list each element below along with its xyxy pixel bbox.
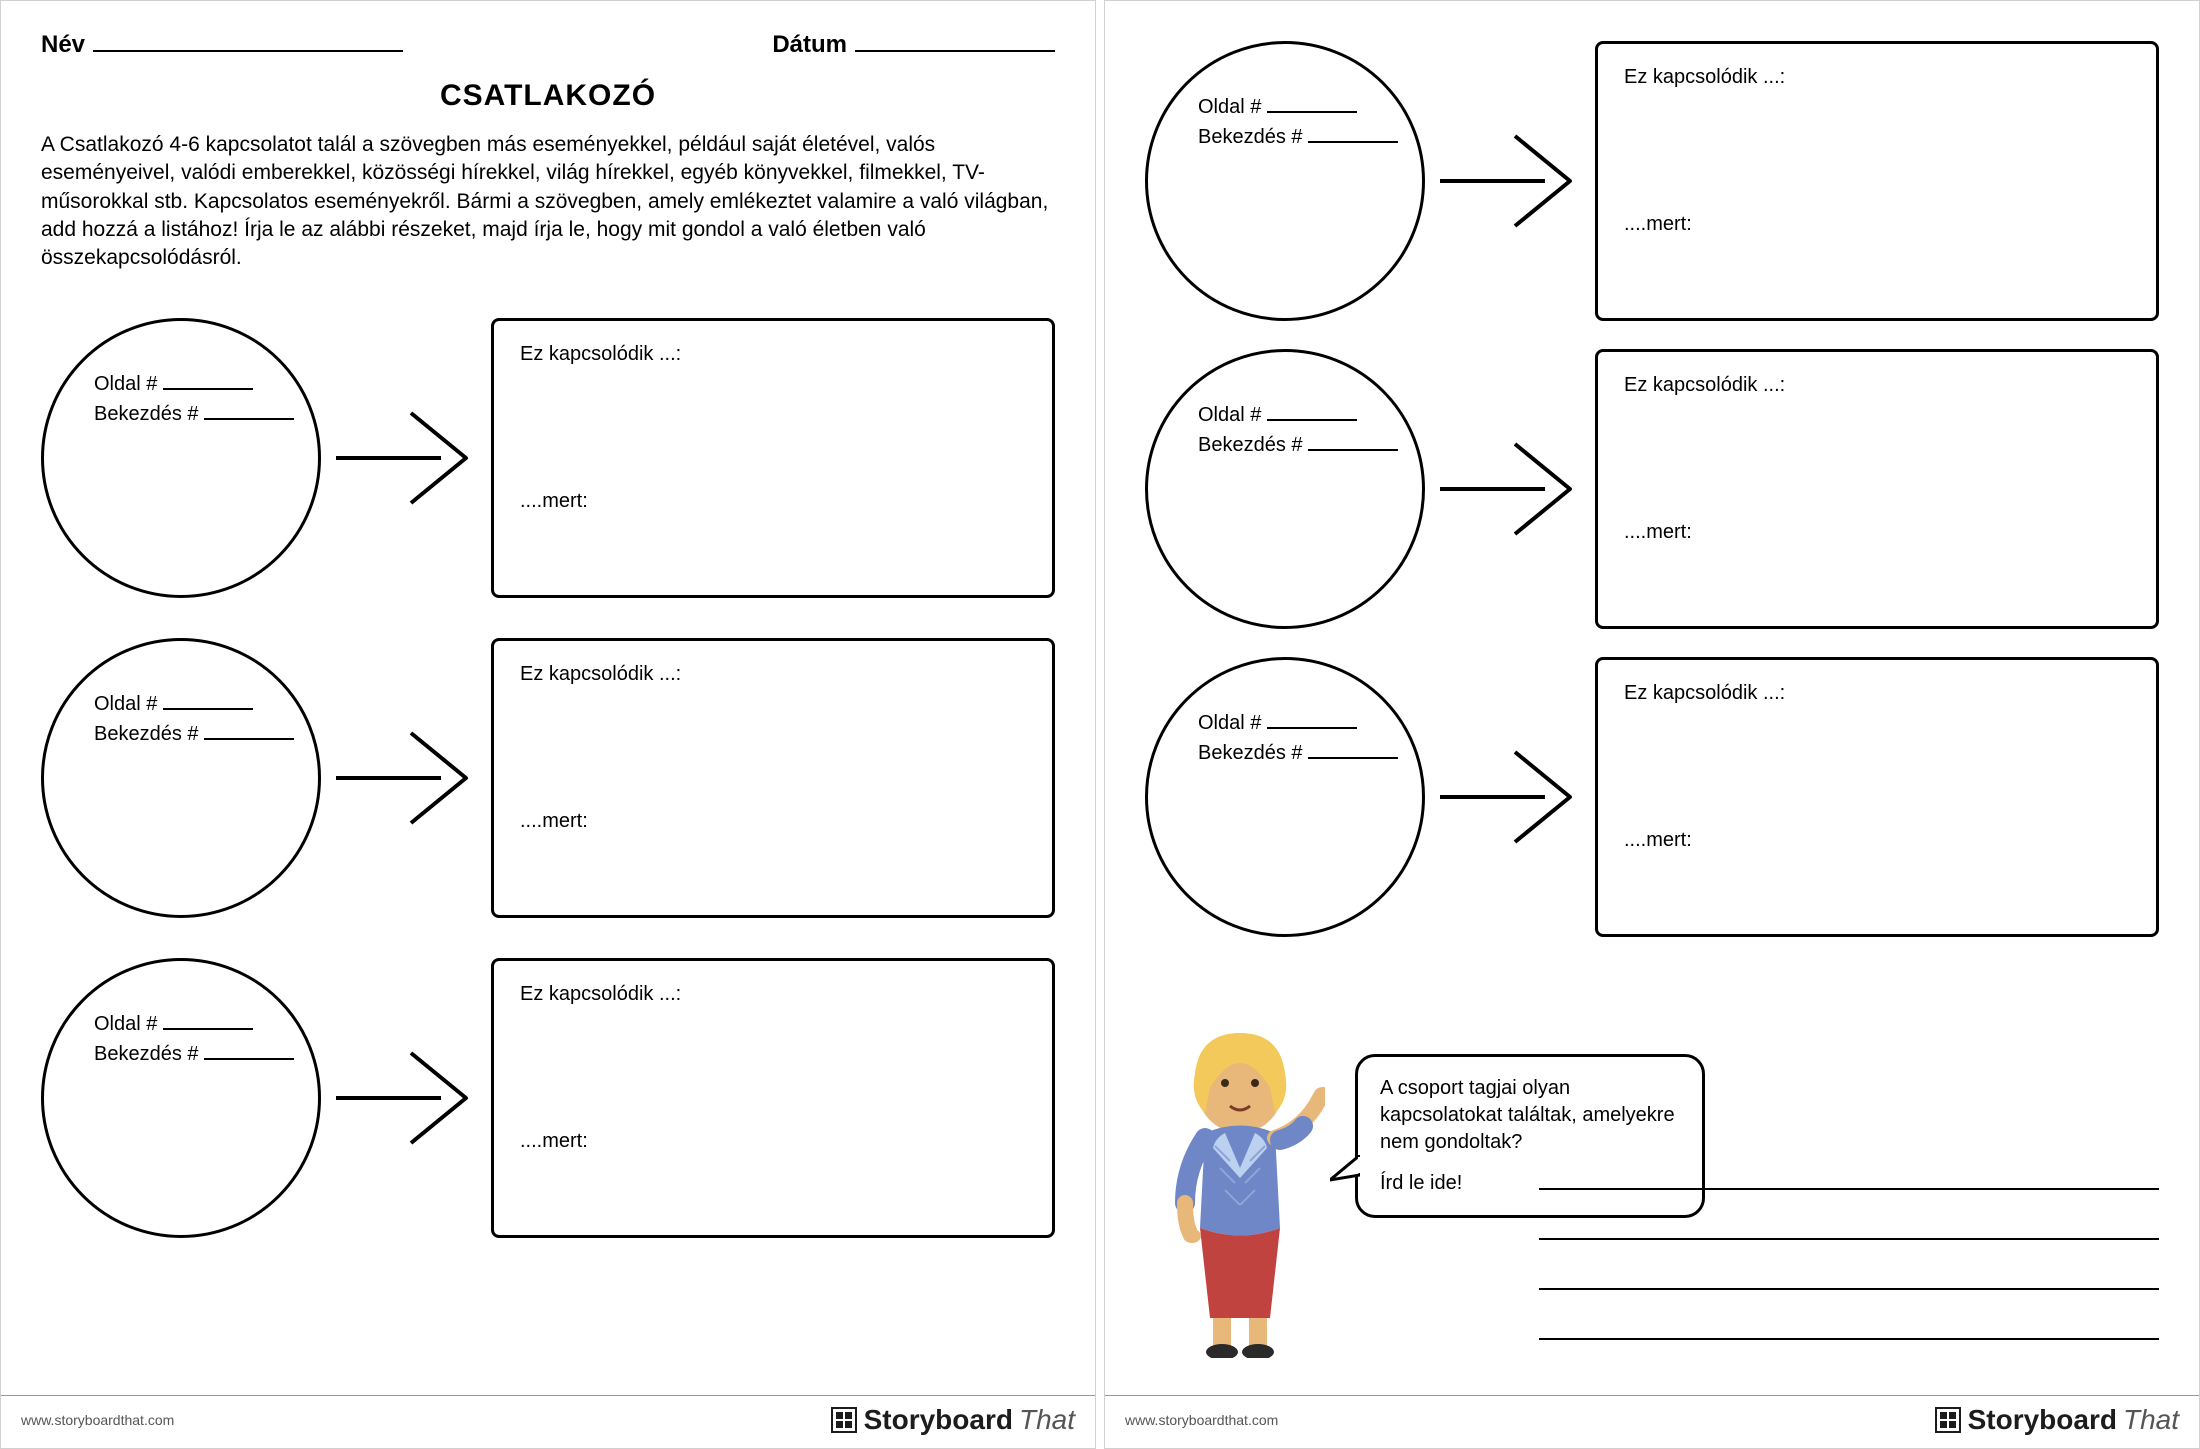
connects-label: Ez kapcsolódik ...:: [520, 983, 1026, 1006]
connection-box[interactable]: Ez kapcsolódik ...: ....mert:: [491, 638, 1055, 918]
source-circle[interactable]: Oldal # Bekezdés #: [41, 638, 321, 918]
paragraph-label: Bekezdés #: [1198, 434, 1303, 456]
connects-label: Ez kapcsolódik ...:: [1624, 682, 2130, 705]
page-label: Oldal #: [1198, 712, 1261, 734]
connection-row: Oldal # Bekezdés # Ez kapcsolódik ...: .…: [1145, 31, 2159, 331]
page-label: Oldal #: [1198, 96, 1261, 118]
paragraph-blank[interactable]: [204, 726, 294, 740]
source-circle[interactable]: Oldal # Bekezdés #: [41, 318, 321, 598]
because-label: ....mert:: [1624, 829, 2130, 852]
date-blank[interactable]: [855, 34, 1055, 52]
teacher-character-icon: [1155, 1028, 1325, 1358]
because-label: ....mert:: [520, 810, 1026, 833]
footer-url: www.storyboardthat.com: [21, 1412, 174, 1428]
paragraph-blank[interactable]: [204, 406, 294, 420]
footer-brand-2: That: [2123, 1404, 2179, 1436]
page-blank[interactable]: [1267, 407, 1357, 421]
connection-row: Oldal # Bekezdés # Ez kapcsolódik ...: .…: [1145, 647, 2159, 947]
header-row: Név Dátum: [41, 31, 1055, 59]
writing-line[interactable]: [1539, 1258, 2159, 1290]
writing-line[interactable]: [1539, 1158, 2159, 1190]
footer-brand-1: Storyboard: [864, 1404, 1013, 1436]
page-blank[interactable]: [1267, 715, 1357, 729]
source-circle[interactable]: Oldal # Bekezdés #: [41, 958, 321, 1238]
arrow-icon: [1425, 727, 1595, 867]
source-circle[interactable]: Oldal # Bekezdés #: [1145, 349, 1425, 629]
paragraph-label: Bekezdés #: [94, 723, 199, 745]
page-footer: www.storyboardthat.com StoryboardThat: [1105, 1395, 2199, 1436]
writing-line[interactable]: [1539, 1208, 2159, 1240]
instructions: A Csatlakozó 4-6 kapcsolatot talál a szö…: [41, 131, 1055, 273]
name-label: Név: [41, 31, 85, 59]
page-label: Oldal #: [94, 373, 157, 395]
page-blank[interactable]: [163, 696, 253, 710]
connects-label: Ez kapcsolódik ...:: [1624, 66, 2130, 89]
writing-line[interactable]: [1539, 1308, 2159, 1340]
source-circle[interactable]: Oldal # Bekezdés #: [1145, 41, 1425, 321]
arrow-icon: [321, 388, 491, 528]
speech-line-1: A csoport tagjai olyan kapcsolatokat tal…: [1380, 1075, 1680, 1156]
page-blank[interactable]: [163, 376, 253, 390]
connection-box[interactable]: Ez kapcsolódik ...: ....mert:: [1595, 349, 2159, 629]
paragraph-label: Bekezdés #: [94, 1043, 199, 1065]
date-field: Dátum: [772, 31, 1055, 59]
because-label: ....mert:: [520, 1130, 1026, 1153]
speech-tail-icon: [1330, 1155, 1360, 1185]
footer-logo: StoryboardThat: [1934, 1404, 2179, 1436]
name-field: Név: [41, 31, 403, 59]
page-title: CSATLAKOZÓ: [41, 79, 1055, 113]
circle-labels: Oldal # Bekezdés #: [94, 689, 294, 749]
circle-labels: Oldal # Bekezdés #: [1198, 400, 1398, 460]
because-label: ....mert:: [520, 490, 1026, 513]
circle-labels: Oldal # Bekezdés #: [1198, 92, 1398, 152]
paragraph-label: Bekezdés #: [1198, 126, 1303, 148]
paragraph-blank[interactable]: [204, 1046, 294, 1060]
paragraph-label: Bekezdés #: [94, 403, 199, 425]
connection-row: Oldal # Bekezdés # Ez kapcsolódik ...: .…: [1145, 339, 2159, 639]
circle-labels: Oldal # Bekezdés #: [94, 1009, 294, 1069]
connects-label: Ez kapcsolódik ...:: [1624, 374, 2130, 397]
footer-logo: StoryboardThat: [830, 1404, 1075, 1436]
date-label: Dátum: [772, 31, 847, 59]
because-label: ....mert:: [1624, 521, 2130, 544]
storyboard-logo-icon: [830, 1406, 858, 1434]
arrow-icon: [1425, 111, 1595, 251]
because-label: ....mert:: [1624, 213, 2130, 236]
storyboard-logo-icon: [1934, 1406, 1962, 1434]
connection-box[interactable]: Ez kapcsolódik ...: ....mert:: [1595, 657, 2159, 937]
page-label: Oldal #: [94, 1013, 157, 1035]
paragraph-label: Bekezdés #: [1198, 742, 1303, 764]
arrow-icon: [1425, 419, 1595, 559]
footer-brand-2: That: [1019, 1404, 1075, 1436]
connects-label: Ez kapcsolódik ...:: [520, 343, 1026, 366]
page-blank[interactable]: [1267, 99, 1357, 113]
paragraph-blank[interactable]: [1308, 745, 1398, 759]
connection-row: Oldal # Bekezdés # Ez kapcsolódik ...: .…: [41, 303, 1055, 613]
page-label: Oldal #: [1198, 404, 1261, 426]
arrow-icon: [321, 708, 491, 848]
connection-box[interactable]: Ez kapcsolódik ...: ....mert:: [491, 318, 1055, 598]
page-blank[interactable]: [163, 1016, 253, 1030]
worksheet-page-2: Oldal # Bekezdés # Ez kapcsolódik ...: .…: [1104, 0, 2200, 1449]
circle-labels: Oldal # Bekezdés #: [1198, 708, 1398, 768]
source-circle[interactable]: Oldal # Bekezdés #: [1145, 657, 1425, 937]
footer-brand-1: Storyboard: [1968, 1404, 2117, 1436]
worksheet-page-1: Név Dátum CSATLAKOZÓ A Csatlakozó 4-6 ka…: [0, 0, 1096, 1449]
connection-row: Oldal # Bekezdés # Ez kapcsolódik ...: .…: [41, 623, 1055, 933]
page-footer: www.storyboardthat.com StoryboardThat: [1, 1395, 1095, 1436]
paragraph-blank[interactable]: [1308, 129, 1398, 143]
name-blank[interactable]: [93, 34, 403, 52]
connection-box[interactable]: Ez kapcsolódik ...: ....mert:: [491, 958, 1055, 1238]
connection-box[interactable]: Ez kapcsolódik ...: ....mert:: [1595, 41, 2159, 321]
arrow-icon: [321, 1028, 491, 1168]
connection-row: Oldal # Bekezdés # Ez kapcsolódik ...: .…: [41, 943, 1055, 1253]
circle-labels: Oldal # Bekezdés #: [94, 369, 294, 429]
page-label: Oldal #: [94, 693, 157, 715]
paragraph-blank[interactable]: [1308, 437, 1398, 451]
writing-lines[interactable]: [1539, 1158, 2159, 1358]
footer-url: www.storyboardthat.com: [1125, 1412, 1278, 1428]
connects-label: Ez kapcsolódik ...:: [520, 663, 1026, 686]
